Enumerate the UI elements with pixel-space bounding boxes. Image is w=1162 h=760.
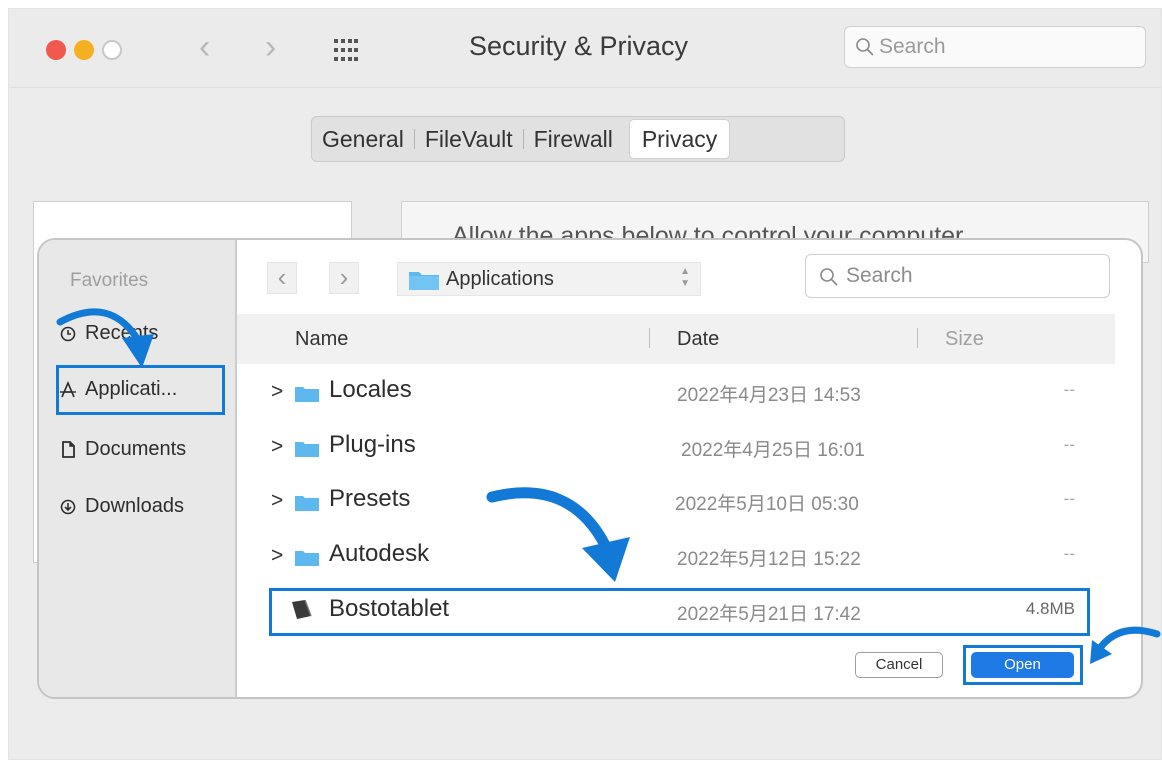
applications-highlight-box — [56, 365, 225, 415]
sidebar-item-downloads[interactable]: Downloads — [59, 495, 184, 518]
file-row-locales[interactable]: > Locales 2022年4月23日 14:53 -- — [237, 366, 1115, 420]
prefs-search-field[interactable]: Search — [844, 26, 1146, 68]
file-date: 2022年4月23日 14:53 — [677, 385, 861, 406]
file-name: Plug-ins — [329, 431, 416, 458]
disclosure-chevron-icon[interactable]: > — [271, 380, 283, 404]
zoom-window-button[interactable] — [102, 40, 122, 60]
stepper-icon: ▲ ▼ — [680, 266, 690, 289]
disclosure-chevron-icon[interactable]: > — [271, 435, 283, 459]
prefs-tab-bar: General FileVault Firewall Privacy — [311, 116, 845, 162]
folder-icon — [295, 551, 319, 566]
tab-general[interactable]: General — [312, 117, 414, 161]
file-name: Locales — [329, 376, 412, 403]
title-bar: ‹ › Security & Privacy Search — [9, 9, 1161, 88]
file-name: Presets — [329, 485, 411, 512]
file-row-autodesk[interactable]: > Autodesk 2022年5月12日 15:22 -- — [237, 530, 1115, 584]
folder-icon — [409, 272, 439, 290]
sidebar-item-label: Recents — [85, 322, 159, 344]
tab-filevault[interactable]: FileVault — [415, 117, 523, 161]
column-header-date[interactable]: Date — [677, 328, 719, 351]
file-size: -- — [1063, 544, 1075, 563]
bostotablet-highlight-box — [269, 588, 1090, 636]
file-browser: ‹ › Applications ▲ ▼ Search Name Date Siz… — [237, 240, 1141, 697]
column-header-row: Name Date Size — [237, 314, 1115, 364]
sidebar-item-label: Documents — [85, 438, 187, 460]
folder-icon — [295, 496, 319, 511]
file-row-plug-ins[interactable]: > Plug-ins 2022年4月25日 16:01 -- — [237, 421, 1115, 475]
sidebar-item-documents[interactable]: Documents — [59, 438, 186, 461]
file-size: -- — [1063, 435, 1075, 454]
column-header-name[interactable]: Name — [295, 328, 348, 351]
search-placeholder: Search — [879, 35, 946, 58]
file-size: -- — [1063, 380, 1075, 399]
back-arrow-icon[interactable]: ‹ — [199, 29, 210, 65]
tab-firewall[interactable]: Firewall — [524, 117, 623, 161]
file-date: 2022年5月10日 05:30 — [675, 494, 859, 515]
clock-icon — [59, 325, 77, 343]
file-row-presets[interactable]: > Presets 2022年5月10日 05:30 -- — [237, 475, 1115, 529]
open-file-dialog: Favorites Recents Applicati... Documents… — [37, 238, 1143, 699]
folder-icon — [295, 442, 319, 457]
back-button[interactable]: ‹ — [267, 262, 297, 294]
column-header-size[interactable]: Size — [945, 328, 984, 351]
file-date: 2022年5月12日 15:22 — [677, 549, 861, 570]
close-window-button[interactable] — [46, 40, 66, 60]
sidebar-item-recents[interactable]: Recents — [59, 322, 158, 345]
file-size: -- — [1063, 489, 1075, 508]
forward-arrow-icon[interactable]: › — [265, 29, 276, 65]
sidebar-item-label: Downloads — [85, 495, 184, 517]
folder-icon — [295, 387, 319, 402]
search-placeholder: Search — [846, 264, 913, 287]
file-date: 2022年4月25日 16:01 — [681, 440, 865, 461]
location-popup[interactable]: Applications ▲ ▼ — [397, 262, 701, 296]
dialog-search-field[interactable]: Search — [805, 254, 1110, 298]
column-separator — [649, 328, 650, 348]
dialog-sidebar: Favorites Recents Applicati... Documents… — [39, 240, 237, 697]
download-icon — [59, 498, 77, 516]
cancel-button[interactable]: Cancel — [855, 652, 943, 678]
show-all-grid-icon[interactable] — [334, 39, 358, 61]
location-label: Applications — [446, 268, 554, 290]
file-name: Autodesk — [329, 540, 430, 567]
disclosure-chevron-icon[interactable]: > — [271, 544, 283, 568]
search-icon — [856, 38, 874, 56]
tab-privacy[interactable]: Privacy — [628, 119, 731, 159]
window-title: Security & Privacy — [469, 31, 689, 61]
favorites-header: Favorites — [70, 270, 149, 291]
search-icon — [820, 268, 838, 286]
column-separator — [917, 328, 918, 348]
document-icon — [59, 441, 77, 459]
disclosure-chevron-icon[interactable]: > — [271, 489, 283, 513]
forward-button[interactable]: › — [329, 262, 359, 294]
open-highlight-box — [963, 645, 1083, 685]
minimize-window-button[interactable] — [74, 40, 94, 60]
